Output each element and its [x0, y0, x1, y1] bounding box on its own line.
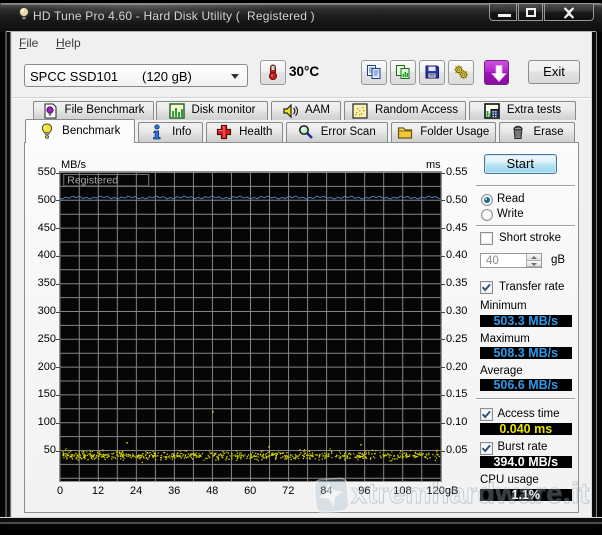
svg-text:Registered: Registered: [67, 175, 118, 187]
svg-text:xtremhardware.it: xtremhardware.it: [351, 477, 590, 509]
